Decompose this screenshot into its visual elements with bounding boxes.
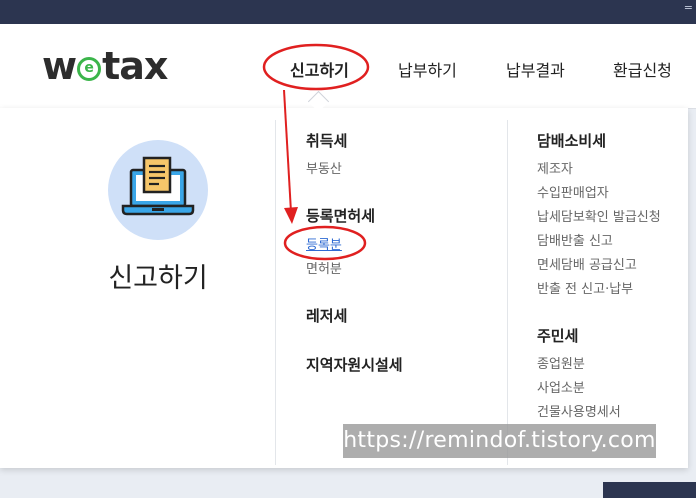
column-divider [507, 120, 508, 465]
logo-w: w [42, 44, 77, 88]
top-bar: = [0, 0, 696, 24]
logo-e: e [84, 60, 94, 76]
menu-item-pre-release-report[interactable]: 반출 전 신고·납부 [537, 278, 633, 297]
menu-item-real-estate[interactable]: 부동산 [306, 158, 342, 177]
category-tobacco-tax[interactable]: 담배소비세 [537, 130, 606, 151]
column-divider [275, 120, 276, 465]
menu-item-license[interactable]: 면허분 [306, 258, 342, 277]
logo-tax: tax [102, 44, 168, 88]
panel-footer-bar [603, 482, 696, 498]
logo-e-circle-icon: e [77, 57, 102, 81]
section-title: 신고하기 [108, 263, 208, 294]
menu-item-manufacturer[interactable]: 제조자 [537, 158, 573, 177]
nav-report[interactable]: 신고하기 [290, 57, 349, 81]
watermark: https://remindof.tistory.com [343, 424, 656, 458]
nav-payment[interactable]: 납부하기 [398, 57, 457, 81]
header: w e tax 신고하기 납부하기 납부결과 환급신청 [0, 24, 696, 109]
menu-item-tobacco-release-report[interactable]: 담배반출 신고 [537, 230, 613, 249]
category-resident-tax[interactable]: 주민세 [537, 325, 578, 346]
menu-item-importer[interactable]: 수입판매업자 [537, 182, 609, 201]
category-registration-license-tax[interactable]: 등록면허세 [306, 205, 375, 226]
menu-glyph[interactable]: = [684, 1, 693, 14]
wetax-logo[interactable]: w e tax [42, 44, 168, 88]
category-acquisition-tax[interactable]: 취득세 [306, 130, 347, 151]
category-leisure-tax[interactable]: 레저세 [306, 305, 347, 326]
menu-item-employee[interactable]: 종업원분 [537, 353, 585, 372]
nav-refund[interactable]: 환급신청 [613, 57, 672, 81]
menu-item-business-site[interactable]: 사업소분 [537, 377, 585, 396]
menu-item-registration[interactable]: 등록분 [306, 234, 342, 253]
laptop-document-icon [108, 140, 208, 240]
menu-item-duty-free-supply-report[interactable]: 면세담배 공급신고 [537, 254, 637, 273]
category-regional-resource-tax[interactable]: 지역자원시설세 [306, 354, 403, 375]
nav-payment-result[interactable]: 납부결과 [506, 57, 565, 81]
menu-item-building-usage-statement[interactable]: 건물사용명세서 [537, 401, 621, 420]
menu-item-collateral-confirmation[interactable]: 납세담보확인 발급신청 [537, 206, 661, 225]
